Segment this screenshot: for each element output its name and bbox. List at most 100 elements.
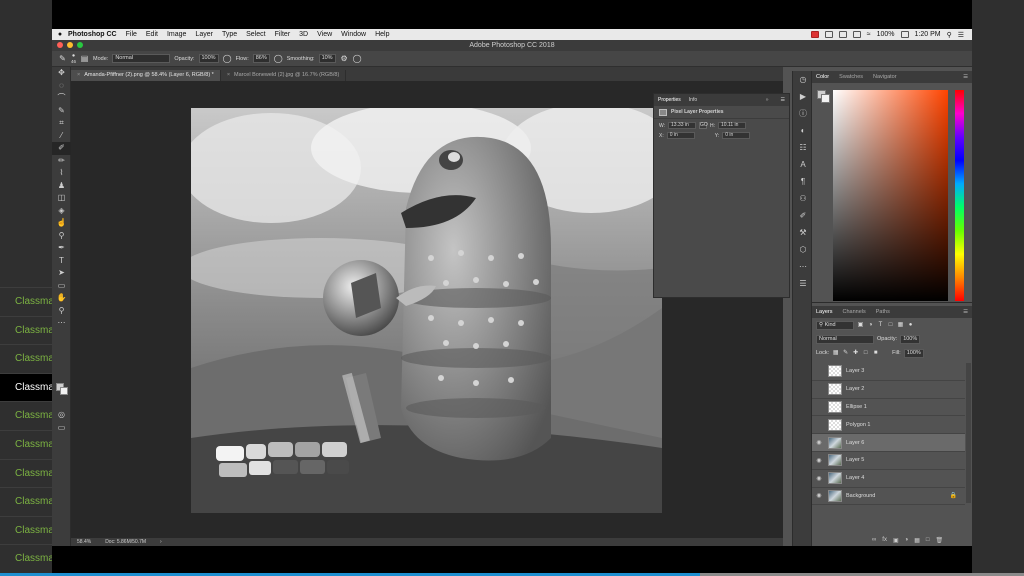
gear-icon[interactable]: ⚙ <box>340 54 349 63</box>
marquee-tool-icon[interactable]: ◌ <box>52 80 71 93</box>
zoom-tool-icon[interactable]: ⚲ <box>52 305 71 318</box>
shape-tool-icon[interactable]: ▭ <box>52 280 71 293</box>
height-input[interactable]: 10.11 in <box>718 122 747 129</box>
minimize-window-button[interactable] <box>67 42 73 48</box>
crop-tool-icon[interactable]: ⌗ <box>52 117 71 130</box>
new-group-icon[interactable]: ▦ <box>914 537 920 544</box>
document-tab[interactable]: × Amanda-Pfiffner (2).png @ 58.4% (Layer … <box>71 70 221 81</box>
course-list-item[interactable]: Classma <box>0 401 52 430</box>
background-color-swatch[interactable] <box>60 387 68 395</box>
mode-select[interactable]: Normal <box>112 54 171 63</box>
path-select-tool-icon[interactable]: ➤ <box>52 267 71 280</box>
zoom-level[interactable]: 58.4% <box>77 539 91 545</box>
tab-properties[interactable]: Properties <box>658 97 681 103</box>
hand-tool-icon[interactable]: ✋ <box>52 292 71 305</box>
layer-name[interactable]: Layer 3 <box>846 368 864 374</box>
layer-row[interactable]: Ellipse 1 <box>812 399 965 417</box>
course-list-item[interactable]: Classma <box>0 372 52 402</box>
layer-style-icon[interactable]: fx <box>882 537 887 544</box>
status-menu-arrow-icon[interactable]: › <box>160 539 162 545</box>
layer-visibility-eye-icon[interactable]: ◉ <box>812 492 826 499</box>
x-input[interactable]: 0 in <box>666 132 695 139</box>
character-panel-icon[interactable]: A <box>793 156 813 173</box>
hue-slider[interactable] <box>955 90 964 301</box>
tab-channels[interactable]: Channels <box>843 309 866 315</box>
course-list-item[interactable]: Classma <box>0 429 52 459</box>
layer-name[interactable]: Background <box>846 493 875 499</box>
menu-window[interactable]: Window <box>341 31 366 38</box>
stamp-tool-icon[interactable]: ♟ <box>52 180 71 193</box>
opacity-input[interactable]: 100% <box>198 54 219 63</box>
paint-bucket-tool-icon[interactable]: ◈ <box>52 205 71 218</box>
filter-smart-object-icon[interactable]: ▦ <box>897 322 904 329</box>
clone-source-icon[interactable]: ⚇ <box>793 190 813 207</box>
course-list-item[interactable]: Classma <box>0 315 52 345</box>
menu-type[interactable]: Type <box>222 31 237 38</box>
wifi-icon[interactable]: ≈ <box>867 31 871 38</box>
course-list-item[interactable]: Classma <box>0 515 52 545</box>
filter-adjustment-icon[interactable]: ◑ <box>867 322 874 329</box>
close-tab-icon[interactable]: × <box>77 72 80 78</box>
mixer-brush-tool-icon[interactable]: ⌇ <box>52 167 71 180</box>
filter-toggle-icon[interactable]: ● <box>907 322 914 329</box>
lock-transparent-icon[interactable]: ▦ <box>832 350 839 357</box>
layer-row[interactable]: Polygon 1 <box>812 416 965 435</box>
clock[interactable]: 1:20 PM <box>915 31 941 38</box>
tab-color[interactable]: Color <box>816 74 829 80</box>
layer-name[interactable]: Layer 4 <box>846 475 864 481</box>
eyedropper-tool-icon[interactable]: ⁄ <box>52 130 71 143</box>
layer-row[interactable]: ◉ Layer 6 <box>812 434 965 452</box>
layer-row[interactable]: ◉ Layer 5 <box>812 452 965 470</box>
info-panel-icon[interactable]: ⓘ <box>793 105 813 122</box>
course-list-item[interactable]: Classma <box>0 487 52 516</box>
panel-menu-icon[interactable]: ☰ <box>781 97 785 103</box>
document-canvas[interactable] <box>191 108 662 513</box>
brush-settings-icon[interactable]: ▤ <box>80 54 89 63</box>
fill-input[interactable]: 100% <box>903 348 924 358</box>
properties-panel-icon[interactable]: ☰ <box>793 275 813 292</box>
tab-navigator[interactable]: Navigator <box>873 74 897 80</box>
close-tab-icon[interactable]: × <box>227 72 230 78</box>
panel-menu-icon[interactable]: ☰ <box>963 309 968 315</box>
pressure-opacity-icon[interactable]: ◯ <box>223 54 232 63</box>
collapse-panel-icon[interactable]: » <box>766 97 769 103</box>
menu-select[interactable]: Select <box>246 31 265 38</box>
menu-app-name[interactable]: Photoshop CC <box>68 31 117 38</box>
move-tool-icon[interactable]: ✥ <box>52 67 71 80</box>
brush-tool-icon[interactable]: ✎ <box>58 54 67 63</box>
menu-layer[interactable]: Layer <box>195 31 213 38</box>
layer-row[interactable]: ◉ Layer 4 <box>812 470 965 488</box>
brush-settings-panel-icon[interactable]: ✐ <box>793 207 813 224</box>
lock-artboard-icon[interactable]: □ <box>862 350 869 357</box>
battery-icon[interactable] <box>900 31 909 38</box>
tab-paths[interactable]: Paths <box>876 309 890 315</box>
filter-pixel-icon[interactable]: ▣ <box>857 322 864 329</box>
tool-presets-icon[interactable]: ⚒ <box>793 224 813 241</box>
course-list-item[interactable]: Classma <box>0 458 52 488</box>
color-picker-field[interactable] <box>833 90 948 301</box>
tab-layers[interactable]: Layers <box>816 309 833 315</box>
course-list-item[interactable]: Classma <box>0 287 52 316</box>
layer-name[interactable]: Layer 6 <box>846 440 864 446</box>
flow-input[interactable]: 86% <box>252 54 270 63</box>
layer-name[interactable]: Layer 5 <box>846 457 864 463</box>
width-input[interactable]: 13.33 in <box>668 122 697 129</box>
color-bg-swatch[interactable] <box>821 94 830 103</box>
play-actions-icon[interactable]: ▶ <box>793 88 813 105</box>
quick-mask-icon[interactable]: ◎ <box>52 409 71 422</box>
lock-all-icon[interactable]: ■ <box>872 350 879 357</box>
menu-file[interactable]: File <box>126 31 137 38</box>
dodge-tool-icon[interactable]: ⚲ <box>52 230 71 243</box>
zoom-window-button[interactable] <box>77 42 83 48</box>
y-input[interactable]: 0 in <box>722 132 751 139</box>
layer-visibility-eye-icon[interactable]: ◉ <box>812 475 826 482</box>
3d-panel-icon[interactable]: ⬡ <box>793 241 813 258</box>
lasso-tool-icon[interactable]: ⌒ <box>52 92 71 105</box>
more-tools-icon[interactable]: ⋯ <box>52 317 71 330</box>
link-dimensions-button[interactable]: GO <box>699 122 708 129</box>
menu-view[interactable]: View <box>317 31 332 38</box>
layer-name[interactable]: Polygon 1 <box>846 422 870 428</box>
lock-position-icon[interactable]: ✚ <box>852 350 859 357</box>
brush-preset-picker[interactable]: ● 46 <box>71 53 76 64</box>
lock-icon[interactable]: 🔒 <box>950 492 957 499</box>
